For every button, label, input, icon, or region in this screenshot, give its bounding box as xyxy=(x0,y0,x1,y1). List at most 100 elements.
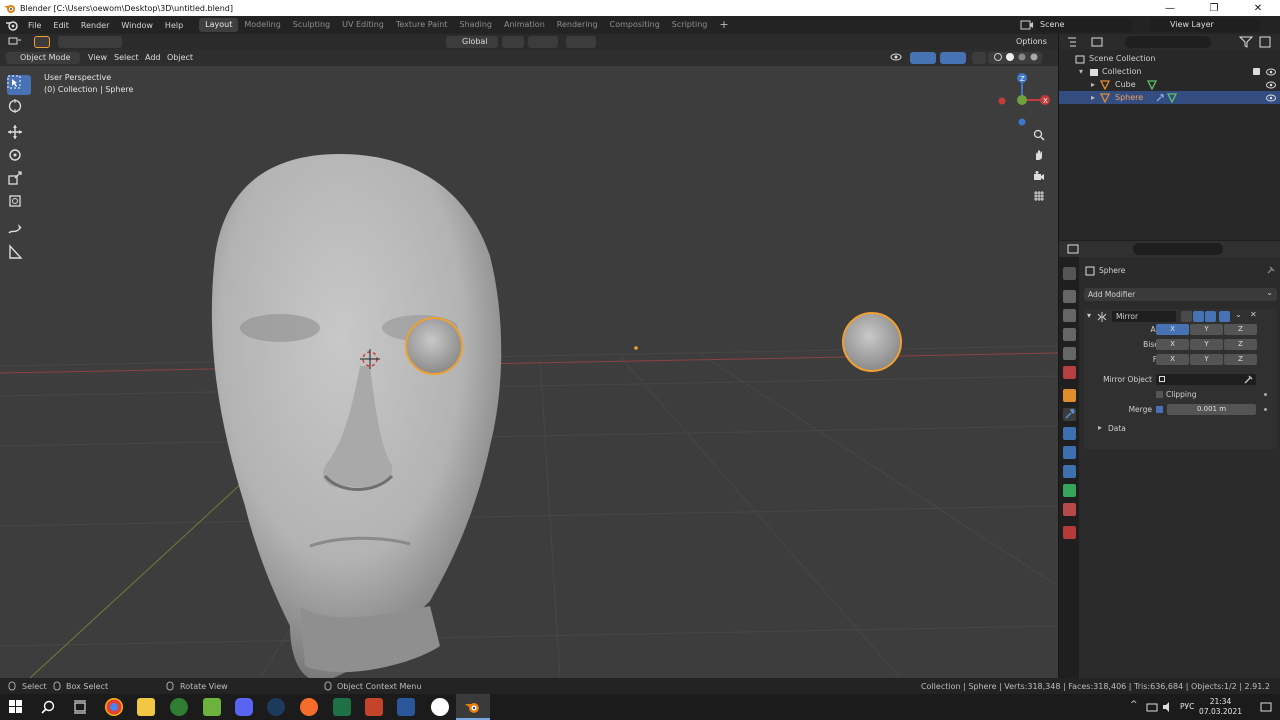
tab-material[interactable] xyxy=(1063,503,1076,516)
language-indicator[interactable]: РУС xyxy=(1180,702,1194,711)
axis-x-toggle[interactable]: X xyxy=(1156,324,1189,335)
modifier-collapse-icon[interactable]: ▾ xyxy=(1087,311,1091,320)
eyedropper-icon[interactable] xyxy=(1244,375,1253,384)
zoom-button[interactable] xyxy=(1033,129,1049,145)
outliner-row-scene-collection[interactable]: Scene Collection xyxy=(1059,52,1280,65)
shading-modes[interactable] xyxy=(988,52,1042,64)
data-subpanel-label[interactable]: Data xyxy=(1108,423,1126,434)
tab-shading[interactable]: Shading xyxy=(453,18,498,32)
render-toggle[interactable] xyxy=(1219,311,1230,322)
steam-icon[interactable] xyxy=(267,698,285,716)
sphere-visibility-eye-icon[interactable] xyxy=(1266,94,1276,102)
cube-visibility-eye-icon[interactable] xyxy=(1266,81,1276,89)
tab-tool[interactable] xyxy=(1063,267,1076,280)
add-modifier-dropdown[interactable]: Add Modifier ⌄ xyxy=(1084,288,1277,301)
tray-chevron-icon[interactable]: ^ xyxy=(1130,700,1138,710)
gizmo-toggle[interactable] xyxy=(910,52,936,64)
tab-uv-editing[interactable]: UV Editing xyxy=(336,18,390,32)
menu-window[interactable]: Window xyxy=(115,21,159,30)
tab-sculpting[interactable]: Sculpting xyxy=(287,18,336,32)
select-tool-indicator[interactable] xyxy=(34,36,50,48)
word-icon[interactable] xyxy=(397,698,415,716)
collection-visibility-eye-icon[interactable] xyxy=(1266,68,1276,76)
data-expand-icon[interactable]: ▸ xyxy=(1098,423,1102,432)
flip-y-toggle[interactable]: Y xyxy=(1190,354,1223,365)
tab-object[interactable] xyxy=(1063,389,1076,402)
maximize-button[interactable]: ❐ xyxy=(1192,3,1236,14)
cursor-tool[interactable] xyxy=(7,98,31,118)
properties-editor-icon[interactable] xyxy=(1067,243,1087,255)
tab-texture[interactable] xyxy=(1063,526,1076,539)
clock[interactable]: 21:34 07.03.2021 xyxy=(1199,697,1242,717)
discord-icon[interactable] xyxy=(235,698,253,716)
new-collection-icon[interactable] xyxy=(1259,36,1273,48)
scale-tool[interactable] xyxy=(7,170,31,190)
axis-y-toggle[interactable]: Y xyxy=(1190,324,1223,335)
editor-type-button[interactable] xyxy=(4,36,28,48)
flip-z-toggle[interactable]: Z xyxy=(1224,354,1257,365)
tab-rendering[interactable]: Rendering xyxy=(551,18,604,32)
select-box-tool[interactable] xyxy=(7,75,31,95)
transform-orientation-dropdown[interactable]: Global xyxy=(446,36,498,48)
move-tool[interactable] xyxy=(7,124,31,144)
selection-mode-buttons[interactable] xyxy=(58,36,122,48)
viewport-display-toggle[interactable] xyxy=(1205,311,1216,322)
outliner-editor-icon[interactable] xyxy=(1067,36,1087,48)
tab-data[interactable] xyxy=(1063,484,1076,497)
minimize-button[interactable]: — xyxy=(1148,3,1192,14)
bisect-x-toggle[interactable]: X xyxy=(1156,339,1189,350)
visibility-dropdown[interactable] xyxy=(886,52,908,64)
chrome-icon[interactable] xyxy=(105,698,123,716)
xbox-icon[interactable] xyxy=(170,698,188,716)
menu-edit[interactable]: Edit xyxy=(47,21,75,30)
tab-scripting[interactable]: Scripting xyxy=(666,18,714,32)
tab-constraints[interactable] xyxy=(1063,465,1076,478)
outliner-row-collection[interactable]: ▾ Collection xyxy=(1059,65,1280,78)
menu-object[interactable]: Object xyxy=(167,52,193,64)
remove-modifier-close-icon[interactable]: ✕ xyxy=(1250,310,1257,319)
xray-toggle[interactable] xyxy=(972,52,986,64)
tab-scene[interactable] xyxy=(1063,347,1076,360)
menu-help[interactable]: Help xyxy=(159,21,189,30)
itunes-icon[interactable] xyxy=(431,698,449,716)
windows-start-icon[interactable] xyxy=(9,700,23,714)
tab-physics[interactable] xyxy=(1063,446,1076,459)
tab-view-layer[interactable] xyxy=(1063,328,1076,341)
add-workspace-button[interactable]: + xyxy=(713,18,734,32)
tab-compositing[interactable]: Compositing xyxy=(604,18,666,32)
cage-toggle[interactable] xyxy=(1193,311,1204,322)
file-explorer-icon[interactable] xyxy=(137,698,155,716)
annotate-tool[interactable] xyxy=(7,221,31,241)
filter-icon[interactable] xyxy=(1239,36,1253,48)
tab-output[interactable] xyxy=(1063,309,1076,322)
origin-icon[interactable] xyxy=(300,698,318,716)
android-app-icon[interactable] xyxy=(203,698,221,716)
close-window-button[interactable]: ✕ xyxy=(1236,3,1280,14)
menu-add[interactable]: Add xyxy=(145,52,161,64)
tab-modeling[interactable]: Modeling xyxy=(238,18,286,32)
outliner-row-cube[interactable]: ▸ Cube xyxy=(1059,78,1280,91)
merge-checkbox[interactable] xyxy=(1156,406,1163,413)
axis-z-toggle[interactable]: Z xyxy=(1224,324,1257,335)
blender-taskbar-button[interactable] xyxy=(456,694,490,720)
rotate-tool[interactable] xyxy=(7,147,31,167)
tab-texture-paint[interactable]: Texture Paint xyxy=(390,18,454,32)
outliner-row-sphere[interactable]: ▸ Sphere xyxy=(1059,91,1280,104)
sphere-expand-icon[interactable]: ▸ xyxy=(1091,91,1095,104)
merge-keyframe-dot[interactable] xyxy=(1264,408,1267,411)
tab-animation[interactable]: Animation xyxy=(498,18,551,32)
clipping-checkbox[interactable] xyxy=(1156,391,1163,398)
proportional-edit-toggle[interactable] xyxy=(566,36,596,48)
menu-file[interactable]: File xyxy=(22,21,47,30)
blender-menu-icon[interactable] xyxy=(4,18,20,32)
search-icon[interactable] xyxy=(41,700,55,714)
snap-toggle[interactable] xyxy=(528,36,558,48)
ortho-toggle-button[interactable] xyxy=(1033,190,1049,206)
options-dropdown[interactable]: Options xyxy=(1012,36,1054,48)
transform-tool[interactable] xyxy=(7,193,31,213)
bisect-z-toggle[interactable]: Z xyxy=(1224,339,1257,350)
collection-expand-icon[interactable]: ▾ xyxy=(1079,65,1083,78)
scene-selector[interactable]: Scene xyxy=(1036,18,1132,32)
pan-button[interactable] xyxy=(1033,149,1049,165)
tab-particles[interactable] xyxy=(1063,427,1076,440)
